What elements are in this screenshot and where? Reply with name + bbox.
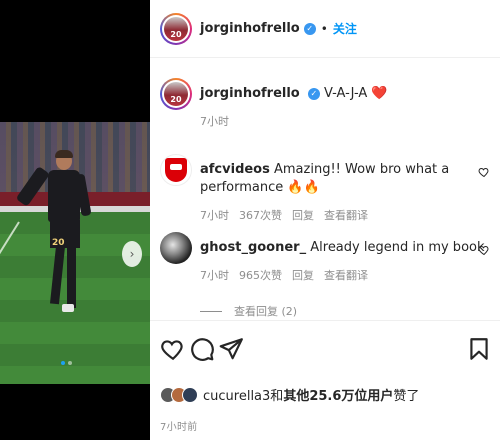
other-likers[interactable]: 其他25.6万位用户 (283, 389, 393, 404)
author-username[interactable]: jorginhofrello (200, 21, 300, 36)
translate-button[interactable]: 查看翻译 (324, 267, 368, 283)
reply-button[interactable]: 回复 (292, 207, 314, 223)
caption-text: V-A-J-A (324, 86, 368, 101)
replies-dash (200, 310, 222, 312)
comment-row: ghost_gooner_ Already legend in my book … (160, 232, 490, 283)
comment-icon[interactable] (189, 336, 215, 362)
caption-username[interactable]: jorginhofrello (200, 86, 300, 101)
share-icon[interactable] (218, 336, 244, 362)
translate-button[interactable]: 查看翻译 (324, 207, 368, 223)
comment-heart-icon[interactable] (478, 244, 490, 256)
post-timestamp: 7小时前 (160, 422, 198, 433)
verified-badge-icon: ✓ (307, 87, 320, 100)
likes-summary[interactable]: cucurella3和其他25.6万位用户赞了 (160, 385, 419, 404)
carousel-dots (61, 361, 72, 365)
heart-icon[interactable] (160, 336, 186, 362)
media-panel: 20 › (0, 0, 150, 440)
comment-likes[interactable]: 965次赞 (239, 267, 282, 283)
caption-time: 7小时 (200, 115, 229, 128)
caption-row: 20 jorginhofrello ✓ V-A-J-A ❤️ 7小时 (160, 78, 490, 129)
author-avatar[interactable]: 20 (160, 12, 192, 45)
post-header: 20 jorginhofrello ✓ • 关注 (150, 0, 500, 58)
comment-username[interactable]: ghost_gooner_ (200, 240, 306, 255)
comment-time: 7小时 (200, 209, 229, 222)
liker-username[interactable]: cucurella3 (203, 389, 270, 404)
liker-avatar (182, 386, 198, 403)
chevron-right-icon: › (129, 247, 135, 261)
post-panel: 20 jorginhofrello ✓ • 关注 20 jorginhofrel… (150, 0, 500, 440)
follow-button[interactable]: 关注 (333, 20, 357, 37)
commenter-avatar[interactable] (160, 154, 192, 186)
comment-time: 7小时 (200, 269, 229, 282)
post-actions: cucurella3和其他25.6万位用户赞了 7小时前 (150, 320, 500, 440)
view-replies-label: 查看回复 (2) (234, 305, 298, 318)
comment-heart-icon[interactable] (478, 166, 490, 178)
player-figure: 20 (15, 150, 92, 382)
comment-username[interactable]: afcvideos (200, 162, 270, 177)
carousel-next-button[interactable]: › (122, 241, 142, 267)
view-replies-button[interactable]: 查看回复 (2) (200, 303, 297, 319)
red-heart-emoji: ❤️ (371, 86, 388, 101)
action-icons (160, 336, 492, 364)
carousel-dot-active (61, 361, 65, 365)
commenter-avatar[interactable] (160, 232, 192, 264)
verified-badge-icon: ✓ (303, 22, 316, 35)
caption-avatar[interactable]: 20 (160, 78, 192, 110)
reply-button[interactable]: 回复 (292, 267, 314, 283)
comments-section[interactable]: 20 jorginhofrello ✓ V-A-J-A ❤️ 7小时 afcvi… (150, 58, 500, 320)
separator-dot: • (320, 21, 328, 36)
comment-row: afcvideos Amazing!! Wow bro what a perfo… (160, 154, 490, 223)
comment-likes[interactable]: 367次赞 (239, 207, 282, 223)
carousel-dot (68, 361, 72, 365)
comment-text: Already legend in my book (310, 240, 485, 255)
arsenal-crest-icon (165, 158, 187, 182)
bookmark-icon[interactable] (466, 336, 492, 362)
